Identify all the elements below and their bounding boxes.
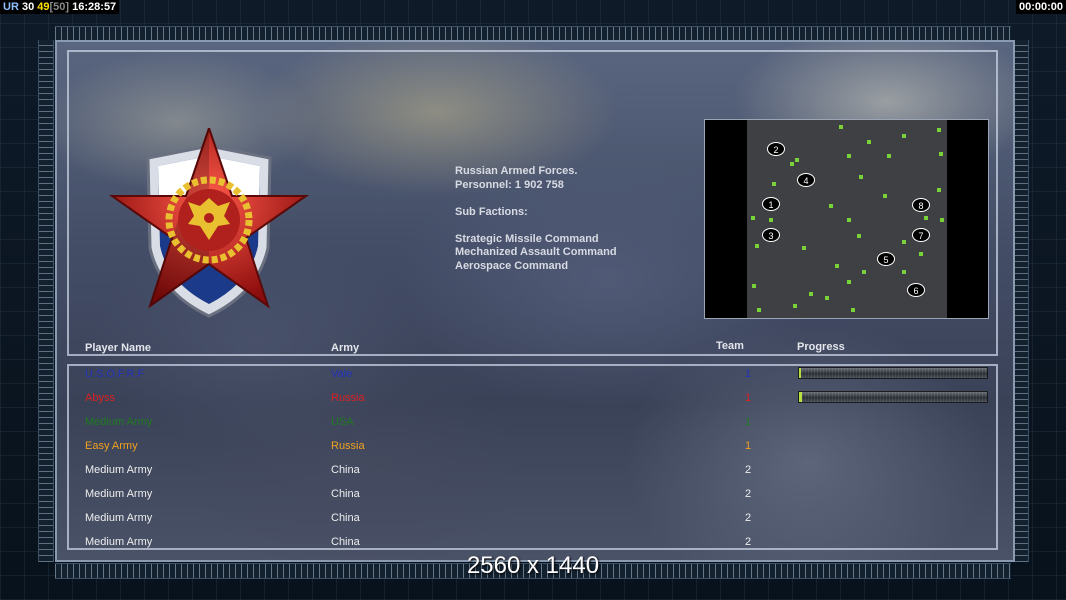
map-unit bbox=[802, 246, 806, 250]
player-army: Vale bbox=[331, 368, 353, 380]
player-row[interactable]: Medium Army China 2 bbox=[70, 462, 995, 482]
russia-faction-emblem-icon bbox=[108, 128, 310, 318]
progress-fill bbox=[799, 392, 802, 402]
player-team: 1 bbox=[745, 416, 752, 428]
map-unit bbox=[795, 158, 799, 162]
map-unit bbox=[867, 140, 871, 144]
start-position-7[interactable]: 7 bbox=[912, 228, 930, 242]
sub-faction-item: Mechanized Assault Command bbox=[455, 246, 617, 258]
map-unit bbox=[769, 218, 773, 222]
map-unit bbox=[847, 154, 851, 158]
map-unit bbox=[924, 216, 928, 220]
start-position-4[interactable]: 4 bbox=[797, 173, 815, 187]
map-unit bbox=[790, 162, 794, 166]
player-name: U.S.O.F.R.F bbox=[85, 368, 145, 380]
map-unit bbox=[757, 308, 761, 312]
player-team: 1 bbox=[745, 440, 752, 452]
map-unit bbox=[857, 234, 861, 238]
player-army: China bbox=[331, 512, 360, 524]
map-unit bbox=[887, 154, 891, 158]
game-timer: 00:00:00 bbox=[1015, 0, 1066, 14]
map-unit bbox=[751, 216, 755, 220]
sub-faction-item: Strategic Missile Command bbox=[455, 232, 599, 245]
map-unit bbox=[847, 280, 851, 284]
player-team: 1 bbox=[745, 368, 752, 380]
player-name: Medium Army bbox=[85, 464, 153, 476]
player-row[interactable]: Medium Army China 2 bbox=[70, 534, 995, 554]
status-ur: UR bbox=[3, 1, 19, 13]
player-team: 2 bbox=[745, 536, 752, 548]
resolution-caption: 2560 x 1440 bbox=[466, 552, 600, 579]
map-unit bbox=[939, 152, 943, 156]
map-unit bbox=[902, 134, 906, 138]
map-unit bbox=[859, 175, 863, 179]
start-position-2[interactable]: 2 bbox=[767, 142, 785, 156]
player-team: 1 bbox=[745, 392, 752, 404]
player-army: China bbox=[331, 536, 360, 548]
faction-personnel: Personnel: 1 902 758 bbox=[455, 178, 564, 191]
map-unit bbox=[772, 182, 776, 186]
map-unit bbox=[902, 240, 906, 244]
header-team: Team bbox=[716, 340, 744, 352]
player-row[interactable]: Medium Army China 2 bbox=[70, 510, 995, 530]
player-name: Medium Army bbox=[85, 512, 153, 524]
map-unit bbox=[851, 308, 855, 312]
status-value-3: [50] bbox=[49, 1, 70, 13]
player-name: Medium Army bbox=[85, 488, 153, 500]
player-name: Abyss bbox=[85, 392, 115, 404]
player-army: Russia bbox=[331, 440, 365, 452]
map-unit bbox=[755, 244, 759, 248]
player-name: Medium Army bbox=[85, 536, 153, 548]
player-name: Easy Army bbox=[85, 440, 138, 452]
player-army: USA bbox=[331, 416, 354, 428]
map-unit bbox=[793, 304, 797, 308]
progress-fill bbox=[799, 368, 801, 378]
header-player-name: Player Name bbox=[85, 342, 152, 354]
player-army: Russia bbox=[331, 392, 365, 404]
player-name: Medium Army bbox=[85, 416, 153, 428]
start-position-1[interactable]: 1 bbox=[762, 197, 780, 211]
header-progress: Progress bbox=[797, 341, 845, 353]
right-ruler bbox=[1013, 40, 1029, 562]
map-unit bbox=[919, 252, 923, 256]
map-unit bbox=[839, 125, 843, 129]
status-value-1: 30 bbox=[21, 1, 35, 13]
map-unit bbox=[937, 188, 941, 192]
faction-description: Russian Armed Forces. Personnel: 1 902 7… bbox=[455, 165, 617, 273]
start-position-6[interactable]: 6 bbox=[907, 283, 925, 297]
map-unit bbox=[937, 128, 941, 132]
map-unit bbox=[752, 284, 756, 288]
player-progress-bar bbox=[798, 391, 988, 403]
player-row[interactable]: Medium Army USA 1 bbox=[70, 414, 995, 434]
faction-name: Russian Armed Forces. bbox=[455, 165, 578, 177]
map-unit bbox=[825, 296, 829, 300]
map-unit bbox=[883, 194, 887, 198]
map-unit bbox=[847, 218, 851, 222]
player-army: China bbox=[331, 464, 360, 476]
player-army: China bbox=[331, 488, 360, 500]
fps-status: UR 30 49[50] 16:28:57 bbox=[0, 0, 120, 14]
sub-factions-title: Sub Factions: bbox=[455, 205, 528, 218]
left-ruler bbox=[38, 40, 54, 562]
start-position-3[interactable]: 3 bbox=[762, 228, 780, 242]
status-clock: 16:28:57 bbox=[72, 1, 117, 13]
map-preview[interactable]: 2 4 1 3 8 7 5 6 bbox=[704, 119, 989, 319]
map-unit bbox=[940, 218, 944, 222]
player-team: 2 bbox=[745, 488, 752, 500]
map-unit bbox=[902, 270, 906, 274]
player-team: 2 bbox=[745, 464, 752, 476]
player-team: 2 bbox=[745, 512, 752, 524]
player-row[interactable]: Easy Army Russia 1 bbox=[70, 438, 995, 458]
start-position-8[interactable]: 8 bbox=[912, 198, 930, 212]
map-unit bbox=[829, 204, 833, 208]
map-unit bbox=[809, 292, 813, 296]
player-row[interactable]: Medium Army China 2 bbox=[70, 486, 995, 506]
map-unit bbox=[835, 264, 839, 268]
player-progress-bar bbox=[798, 367, 988, 379]
header-army: Army bbox=[331, 342, 360, 354]
map-unit bbox=[862, 270, 866, 274]
start-position-5[interactable]: 5 bbox=[877, 252, 895, 266]
status-value-2: 49 bbox=[37, 1, 50, 13]
sub-faction-item: Aerospace Command bbox=[455, 259, 569, 272]
